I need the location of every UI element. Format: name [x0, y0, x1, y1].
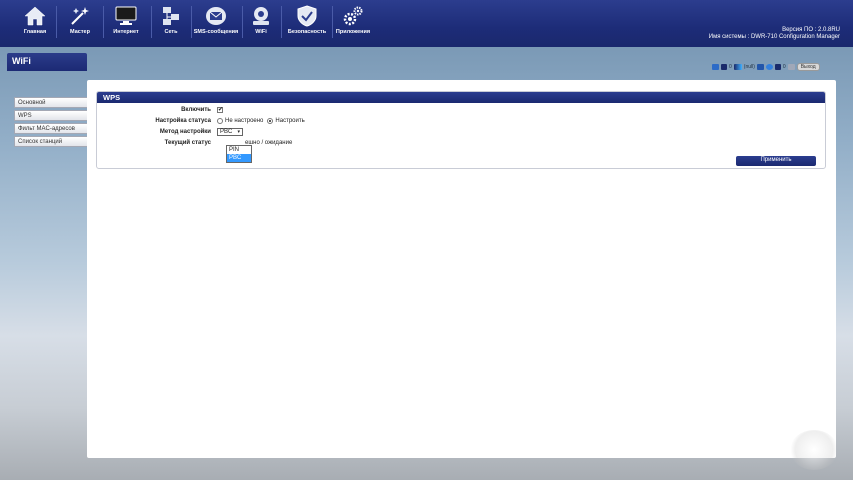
top-navigation-bar: Главная Мастер Интернет Сеть SMS-сообщен… [0, 0, 853, 47]
method-option-pbc[interactable]: PBC [227, 154, 251, 162]
configure-label: Настроить [275, 117, 305, 124]
firmware-info: Версия ПО : 2.0.8RU Имя системы : DWR-71… [709, 27, 840, 41]
shield-icon [297, 5, 317, 27]
nav-wifi[interactable]: WiFi [246, 5, 276, 43]
chevron-down-icon: ▾ [237, 128, 240, 135]
wps-panel: WPS Включить ✔ Настройка статуса Не наст… [96, 91, 826, 169]
globe-icon [765, 63, 773, 70]
gears-icon [343, 6, 363, 26]
nav-internet[interactable]: Интернет [108, 5, 144, 43]
method-label: Метод настройки [159, 128, 211, 135]
menu-item-wps[interactable]: WPS [14, 110, 90, 121]
mail-icon [721, 63, 727, 70]
wps-panel-title: WPS [97, 92, 825, 103]
sms-count: 0 [729, 63, 732, 70]
nav-network[interactable]: Сеть [156, 5, 186, 43]
battery-icon [787, 63, 795, 70]
menu-item-mac-filter[interactable]: Фильт MAC-адресов [14, 123, 90, 134]
method-selected-value: PBC [220, 128, 233, 135]
sim-icon [712, 63, 719, 70]
apply-button[interactable]: Применить [736, 156, 816, 166]
method-row: Метод настройки PBC ▾ [97, 127, 243, 136]
menu-item-station-list[interactable]: Список станций [14, 136, 90, 147]
watermark-logo [790, 430, 838, 470]
home-icon [24, 6, 46, 26]
status-config-label: Настройка статуса [155, 117, 211, 124]
enable-row: Включить ✔ [97, 105, 223, 114]
nav-security[interactable]: Безопасность [285, 5, 329, 43]
content-panel: WPS Включить ✔ Настройка статуса Не наст… [87, 80, 836, 458]
method-select[interactable]: PBC ▾ [217, 127, 243, 136]
current-status-row: Текущий статус ешно / ожидание [97, 138, 293, 147]
method-dropdown-list: PIN PBC [226, 145, 252, 163]
left-menu: Основной WPS Фильт MAC-адресов Список ст… [14, 97, 90, 149]
nav-apps[interactable]: Приложения [334, 5, 372, 43]
menu-item-basic[interactable]: Основной [14, 97, 90, 108]
wizard-icon [71, 7, 89, 25]
wifi-router-icon [253, 7, 269, 25]
system-name: Имя системы : DWR-710 Configuration Mana… [708, 34, 840, 40]
status-config-row: Настройка статуса Не настроено Настроить [97, 116, 305, 125]
method-option-pin[interactable]: PIN [227, 146, 251, 154]
current-status-label: Текущий статус [164, 139, 211, 146]
logout-button[interactable]: Выход [796, 62, 820, 71]
enable-checkbox[interactable]: ✔ [217, 106, 223, 113]
nav-sms[interactable]: SMS-сообщения [193, 5, 239, 43]
section-title: WiFi [7, 53, 87, 71]
signal-text: (null) [743, 63, 755, 70]
monitor-icon [115, 6, 137, 25]
roaming-icon [756, 63, 764, 70]
current-status-value: ешно / ожидание [245, 139, 293, 146]
nav-home[interactable]: Главная [20, 5, 50, 43]
not-configured-radio[interactable] [217, 117, 223, 124]
signal-icon [733, 63, 742, 70]
status-strip: 0 (null) 0 Выход [712, 61, 842, 72]
firmware-version: Версия ПО : 2.0.8RU [782, 27, 840, 33]
nav-wizard[interactable]: Мастер [64, 5, 96, 43]
configure-radio[interactable] [267, 117, 274, 124]
not-configured-label: Не настроено [225, 117, 264, 124]
enable-label: Включить [181, 106, 211, 113]
network-icon [163, 7, 179, 25]
data-count: 0 [782, 63, 786, 70]
envelope-icon [206, 7, 226, 25]
data-icon [774, 63, 781, 70]
